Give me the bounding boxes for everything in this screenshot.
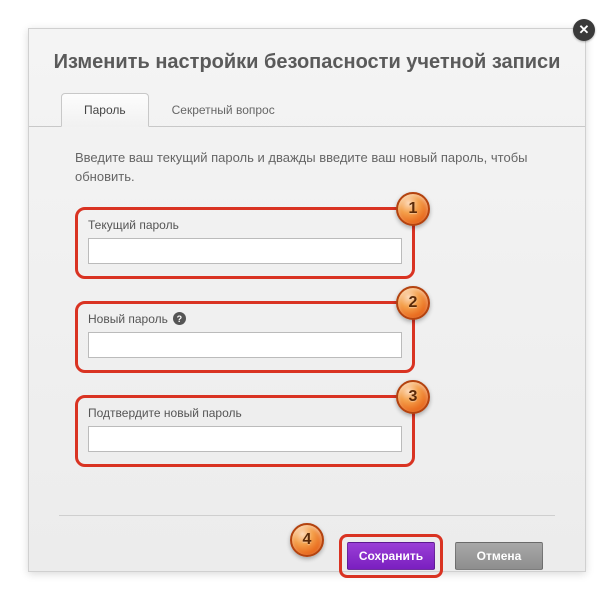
confirm-password-label: Подтвердите новый пароль — [88, 406, 402, 420]
tabs: Пароль Секретный вопрос — [29, 92, 585, 127]
new-password-input[interactable] — [88, 332, 402, 358]
new-password-group: Новый пароль ? 2 — [75, 301, 415, 373]
instructions-text: Введите ваш текущий пароль и дважды введ… — [75, 149, 539, 187]
close-icon[interactable]: ✕ — [573, 19, 595, 41]
confirm-password-group: Подтвердите новый пароль 3 — [75, 395, 415, 467]
dialog-footer: 4 Сохранить Отмена — [29, 516, 585, 578]
annotation-badge-3: 3 — [396, 380, 430, 414]
current-password-input[interactable] — [88, 238, 402, 264]
confirm-password-input[interactable] — [88, 426, 402, 452]
save-button-highlight: 4 Сохранить — [339, 534, 443, 578]
annotation-badge-1: 1 — [396, 192, 430, 226]
security-settings-dialog: ✕ Изменить настройки безопасности учетно… — [28, 28, 586, 572]
tab-password[interactable]: Пароль — [61, 93, 149, 127]
new-password-label: Новый пароль ? — [88, 312, 402, 326]
annotation-badge-2: 2 — [396, 286, 430, 320]
tab-content: Введите ваш текущий пароль и дважды введ… — [29, 127, 585, 507]
save-button[interactable]: Сохранить — [347, 542, 435, 570]
dialog-title: Изменить настройки безопасности учетной … — [29, 29, 585, 92]
new-password-label-text: Новый пароль — [88, 312, 168, 326]
current-password-group: Текущий пароль 1 — [75, 207, 415, 279]
cancel-button[interactable]: Отмена — [455, 542, 543, 570]
help-icon[interactable]: ? — [173, 312, 186, 325]
tab-secret-question[interactable]: Секретный вопрос — [149, 93, 298, 127]
annotation-badge-4: 4 — [290, 523, 324, 557]
current-password-label: Текущий пароль — [88, 218, 402, 232]
